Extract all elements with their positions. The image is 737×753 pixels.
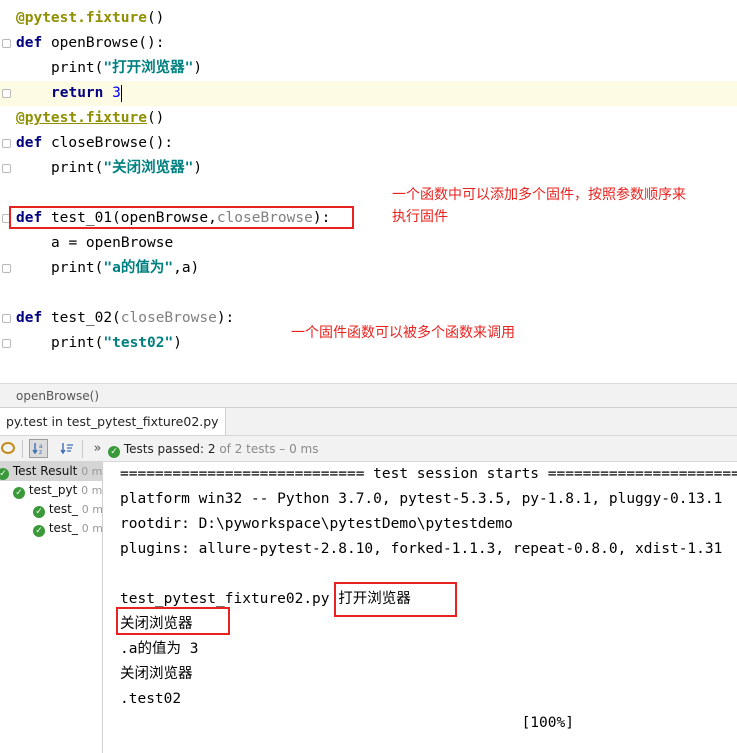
fold-icon[interactable] xyxy=(2,39,11,48)
tree-item-root[interactable]: ✓ Test Result 0 ms xyxy=(0,462,102,481)
console-line: .a的值为 3 xyxy=(120,641,199,657)
tree-item-test[interactable]: ✓ test_ 0 ms xyxy=(33,519,102,538)
console-line: .test02 xyxy=(120,691,182,707)
code-line-10: print("a的值为",a) xyxy=(51,260,200,276)
svg-text:z: z xyxy=(39,449,42,456)
fold-icon[interactable] xyxy=(2,314,11,323)
breadcrumb[interactable]: openBrowse() xyxy=(0,383,737,408)
code-line-2: def openBrowse(): xyxy=(16,35,165,51)
fold-icon[interactable] xyxy=(2,89,11,98)
toolbar-divider xyxy=(22,440,23,458)
code-line-6: def closeBrowse(): xyxy=(16,135,174,151)
code-line-9: a = openBrowse xyxy=(51,235,174,251)
console-line: 关闭浏览器 xyxy=(120,666,193,682)
text-caret xyxy=(120,84,122,102)
run-tab-bar: py.test in test_pytest_fixture02.py xyxy=(0,408,737,436)
console-line: plugins: allure-pytest-2.8.10, forked-1.… xyxy=(120,541,723,557)
pass-check-icon: ✓ xyxy=(13,487,25,499)
code-line-4-current: return 3 xyxy=(0,81,737,106)
highlight-box xyxy=(9,206,354,229)
test-runner-toolbar: az » ✓ Tests passed: 2 of 2 tests – 0 ms xyxy=(0,436,737,462)
code-line-1: @pytest.fixture() xyxy=(16,10,165,26)
fold-icon[interactable] xyxy=(2,139,11,148)
console-line: [100%] xyxy=(120,715,574,731)
tree-item-file[interactable]: ✓ test_pyt 0 ms xyxy=(13,481,102,500)
highlight-box xyxy=(116,607,230,635)
console-output[interactable]: ============================ test sessio… xyxy=(104,462,737,753)
fold-icon[interactable] xyxy=(2,164,11,173)
console-line: rootdir: D:\pyworkspace\pytestDemo\pytes… xyxy=(120,516,513,532)
code-line-7: print("关闭浏览器") xyxy=(51,160,203,176)
test-results-tree[interactable]: ✓ Test Result 0 ms ✓ test_pyt 0 ms ✓ tes… xyxy=(0,462,103,753)
toolbar-divider xyxy=(82,440,83,458)
sort-alphabetically-icon[interactable]: az xyxy=(29,439,48,458)
tree-item-test[interactable]: ✓ test_ 0 ms xyxy=(33,500,102,519)
tab-run-config[interactable]: py.test in test_pytest_fixture02.py xyxy=(0,408,226,435)
fold-icon[interactable] xyxy=(2,339,11,348)
code-line-3: print("打开浏览器") xyxy=(51,60,203,76)
code-line-12: print("test02") xyxy=(51,335,182,351)
annotation-multiple-fixtures: 一个函数中可以添加多个固件，按照参数顺序来 执行固件 xyxy=(392,187,686,225)
pass-check-icon: ✓ xyxy=(0,468,9,480)
pass-check-icon: ✓ xyxy=(33,525,45,537)
pass-check-icon: ✓ xyxy=(108,446,120,458)
console-line: ============================ test sessio… xyxy=(120,466,737,482)
editor-gutter xyxy=(0,0,14,383)
expand-chevron-icon[interactable]: » xyxy=(88,439,107,458)
console-line: platform win32 -- Python 3.7.0, pytest-5… xyxy=(120,491,723,507)
highlight-box xyxy=(334,582,457,617)
settings-icon[interactable] xyxy=(0,439,16,458)
fold-icon[interactable] xyxy=(2,264,11,273)
code-line-5: @pytest.fixture() xyxy=(16,110,165,126)
test-status: ✓ Tests passed: 2 of 2 tests – 0 ms xyxy=(108,436,318,462)
annotation-shared-fixture: 一个固件函数可以被多个函数来调用 xyxy=(291,325,515,341)
sort-by-duration-icon[interactable] xyxy=(57,439,76,458)
code-editor[interactable]: @pytest.fixture() def openBrowse(): prin… xyxy=(0,0,737,383)
pass-check-icon: ✓ xyxy=(33,506,45,518)
code-line-11: def test_02(closeBrowse): xyxy=(16,310,235,326)
